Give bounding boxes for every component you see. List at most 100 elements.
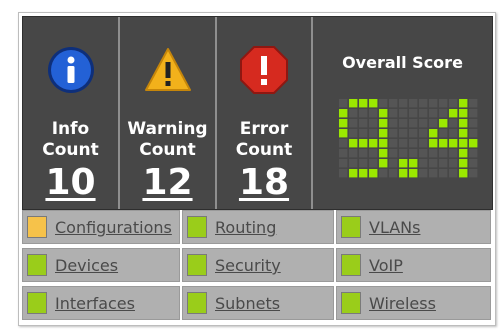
- category-item-configurations[interactable]: Configurations: [22, 210, 180, 244]
- score-pixel-on: [439, 139, 448, 148]
- category-link[interactable]: VLANs: [369, 218, 420, 237]
- score-pixel-off: [409, 99, 418, 108]
- score-pixel-off: [449, 169, 458, 178]
- score-pixel-on: [469, 139, 478, 148]
- category-item-wireless[interactable]: Wireless: [336, 286, 491, 320]
- category-link[interactable]: Devices: [55, 256, 118, 275]
- score-pixel-off: [359, 159, 368, 168]
- status-indicator: [27, 292, 47, 314]
- score-pixel-on: [459, 159, 468, 168]
- category-item-voip[interactable]: VoIP: [336, 248, 491, 282]
- score-pixel-on: [429, 129, 438, 138]
- score-pixel-off: [439, 99, 448, 108]
- score-pixel-off: [439, 169, 448, 178]
- score-pixel-off: [349, 149, 358, 158]
- score-pixel-off: [359, 129, 368, 138]
- score-pixel-off: [339, 139, 348, 148]
- score-pixel-off: [419, 139, 428, 148]
- score-pixel-off: [469, 109, 478, 118]
- score-pixel-on: [339, 109, 348, 118]
- category-item-interfaces[interactable]: Interfaces: [22, 286, 180, 320]
- score-pixel-off: [389, 129, 398, 138]
- score-pixel-off: [429, 149, 438, 158]
- score-pixel-off: [439, 109, 448, 118]
- score-pixel-off: [469, 169, 478, 178]
- info-count-value[interactable]: 10: [23, 164, 118, 202]
- score-pixel-off: [369, 129, 378, 138]
- score-pixel-off: [399, 119, 408, 128]
- status-indicator: [187, 216, 207, 238]
- score-pixel-off: [389, 159, 398, 168]
- score-pixel-on: [369, 99, 378, 108]
- score-pixel-on: [349, 99, 358, 108]
- category-link[interactable]: Subnets: [215, 294, 280, 313]
- score-pixel-on: [449, 139, 458, 148]
- score-pixel-off: [389, 99, 398, 108]
- score-pixel-off: [409, 109, 418, 118]
- category-link[interactable]: Routing: [215, 218, 276, 237]
- score-pixel-on: [379, 109, 388, 118]
- error-column: Error Count 18: [217, 17, 313, 209]
- status-indicator: [187, 254, 207, 276]
- overall-score-panel: Overall Score: [313, 17, 492, 209]
- category-item-devices[interactable]: Devices: [22, 248, 180, 282]
- score-pixel-off: [399, 129, 408, 138]
- score-pixel-off: [439, 129, 448, 138]
- score-pixel-off: [449, 129, 458, 138]
- score-pixel-on: [379, 159, 388, 168]
- score-pixel-on: [399, 169, 408, 178]
- category-item-vlans[interactable]: VLANs: [336, 210, 491, 244]
- score-pixel-off: [469, 99, 478, 108]
- category-item-security[interactable]: Security: [182, 248, 334, 282]
- status-indicator: [341, 216, 361, 238]
- category-item-routing[interactable]: Routing: [182, 210, 334, 244]
- info-count-label: Info Count: [42, 119, 99, 160]
- score-pixel-off: [359, 109, 368, 118]
- score-pixel-on: [449, 109, 458, 118]
- score-pixel-off: [439, 149, 448, 158]
- score-pixel-off: [419, 119, 428, 128]
- score-pixel-off: [399, 149, 408, 158]
- info-column: Info Count 10: [23, 17, 120, 209]
- score-pixel-on: [459, 99, 468, 108]
- warning-column: Warning Count 12: [120, 17, 217, 209]
- overall-score-display: [339, 99, 478, 178]
- score-pixel-off: [389, 109, 398, 118]
- score-pixel-on: [359, 139, 368, 148]
- error-icon: [240, 46, 288, 94]
- score-pixel-on: [349, 139, 358, 148]
- score-pixel-off: [349, 129, 358, 138]
- error-count-value[interactable]: 18: [217, 164, 311, 202]
- category-item-subnets[interactable]: Subnets: [182, 286, 334, 320]
- score-pixel-off: [409, 139, 418, 148]
- category-link[interactable]: Configurations: [55, 218, 172, 237]
- score-pixel-off: [389, 139, 398, 148]
- score-pixel-off: [399, 139, 408, 148]
- warning-count-value[interactable]: 12: [120, 164, 215, 202]
- score-pixel-off: [449, 149, 458, 158]
- score-pixel-off: [419, 109, 428, 118]
- category-link[interactable]: Interfaces: [55, 294, 135, 313]
- score-pixel-off: [449, 159, 458, 168]
- score-pixel-off: [469, 159, 478, 168]
- score-pixel-off: [349, 119, 358, 128]
- score-pixel-off: [419, 99, 428, 108]
- score-pixel-off: [419, 159, 428, 168]
- score-pixel-on: [459, 169, 468, 178]
- score-pixel-on: [409, 159, 418, 168]
- category-link[interactable]: Security: [215, 256, 281, 275]
- score-pixel-on: [369, 139, 378, 148]
- score-pixel-off: [429, 99, 438, 108]
- status-indicator: [341, 292, 361, 314]
- score-pixel-off: [419, 149, 428, 158]
- status-indicator: [27, 254, 47, 276]
- score-pixel-on: [439, 119, 448, 128]
- score-pixel-off: [369, 159, 378, 168]
- score-pixel-off: [419, 129, 428, 138]
- score-pixel-off: [349, 109, 358, 118]
- category-link[interactable]: Wireless: [369, 294, 436, 313]
- score-pixel-off: [419, 169, 428, 178]
- category-link[interactable]: VoIP: [369, 256, 403, 275]
- score-pixel-off: [429, 159, 438, 168]
- overall-score-title: Overall Score: [342, 53, 463, 72]
